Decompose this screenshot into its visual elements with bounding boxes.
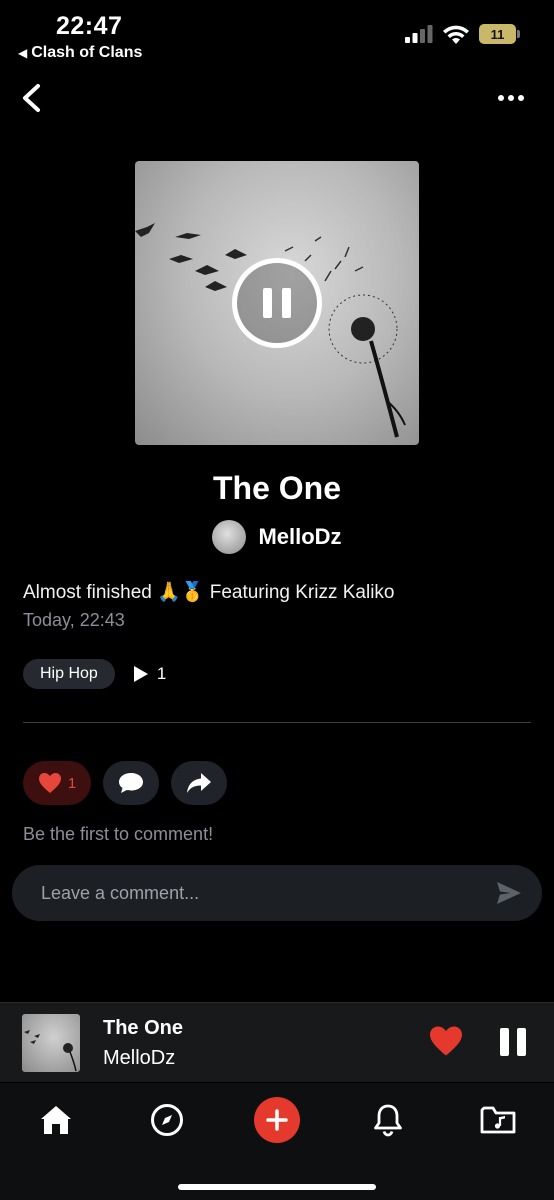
mini-player-heart-icon[interactable] bbox=[428, 1025, 464, 1057]
wifi-icon bbox=[443, 25, 469, 44]
play-icon bbox=[133, 666, 148, 682]
artist-link[interactable]: MelloDz bbox=[0, 520, 554, 554]
share-button[interactable] bbox=[171, 761, 227, 805]
battery-level: 11 bbox=[490, 26, 505, 42]
heart-icon bbox=[38, 773, 61, 793]
genre-tag[interactable]: Hip Hop bbox=[23, 659, 115, 689]
tab-create[interactable] bbox=[252, 1095, 302, 1145]
mini-player[interactable]: The One MelloDz bbox=[0, 1002, 554, 1082]
home-indicator bbox=[178, 1184, 376, 1190]
status-bar: 22:47 ◀ Clash of Clans 11 bbox=[0, 0, 554, 70]
tab-explore[interactable] bbox=[142, 1095, 192, 1145]
back-triangle-icon: ◀ bbox=[18, 46, 28, 60]
comment-box bbox=[12, 865, 542, 921]
back-button[interactable] bbox=[14, 80, 50, 116]
mini-player-pause-button[interactable] bbox=[500, 1028, 526, 1056]
tab-home[interactable] bbox=[31, 1095, 81, 1145]
divider bbox=[23, 722, 531, 723]
mini-player-artwork bbox=[22, 1014, 80, 1072]
battery-icon: 11 bbox=[479, 24, 520, 44]
mini-player-artist: MelloDz bbox=[103, 1047, 176, 1069]
pause-button[interactable] bbox=[232, 258, 322, 348]
tab-library[interactable] bbox=[473, 1095, 523, 1145]
mini-player-title: The One bbox=[103, 1017, 184, 1039]
music-folder-icon bbox=[480, 1106, 516, 1134]
play-count: 1 bbox=[133, 664, 166, 684]
action-row: 1 bbox=[23, 761, 227, 805]
pause-icon-bar bbox=[282, 288, 291, 318]
plus-icon bbox=[254, 1097, 300, 1143]
track-title: The One bbox=[212, 470, 341, 506]
play-count-value: 1 bbox=[156, 664, 167, 683]
track-description: Almost finished 🙏🥇 Featuring Krizz Kalik… bbox=[23, 582, 395, 603]
back-app-label: Clash of Clans bbox=[31, 44, 143, 61]
bell-icon bbox=[374, 1104, 402, 1137]
artist-name: MelloDz bbox=[258, 524, 342, 549]
status-indicators: 11 bbox=[405, 24, 520, 44]
mini-artwork-illustration bbox=[24, 1030, 77, 1072]
empty-comments-text: Be the first to comment! bbox=[23, 824, 214, 844]
comment-icon bbox=[119, 773, 143, 793]
pause-icon-bar bbox=[500, 1028, 509, 1056]
like-count: 1 bbox=[67, 774, 77, 792]
track-timestamp: Today, 22:43 bbox=[23, 610, 125, 630]
compass-icon bbox=[151, 1104, 183, 1136]
back-to-app-link[interactable]: ◀ Clash of Clans bbox=[18, 44, 142, 62]
pause-icon-bar bbox=[517, 1028, 526, 1056]
signal-icon bbox=[405, 25, 433, 43]
artist-avatar bbox=[212, 520, 247, 554]
share-icon bbox=[187, 773, 211, 793]
more-options-button[interactable] bbox=[496, 88, 526, 108]
track-meta-row: Hip Hop 1 bbox=[23, 659, 166, 689]
send-icon[interactable] bbox=[496, 881, 522, 905]
comment-button[interactable] bbox=[103, 761, 159, 805]
pause-icon-bar bbox=[263, 288, 272, 318]
comment-input[interactable] bbox=[41, 865, 461, 921]
tab-notifications[interactable] bbox=[363, 1095, 413, 1145]
status-time: 22:47 bbox=[56, 12, 123, 40]
like-button[interactable]: 1 bbox=[23, 761, 91, 805]
home-icon bbox=[41, 1106, 71, 1134]
tab-bar bbox=[0, 1083, 554, 1200]
